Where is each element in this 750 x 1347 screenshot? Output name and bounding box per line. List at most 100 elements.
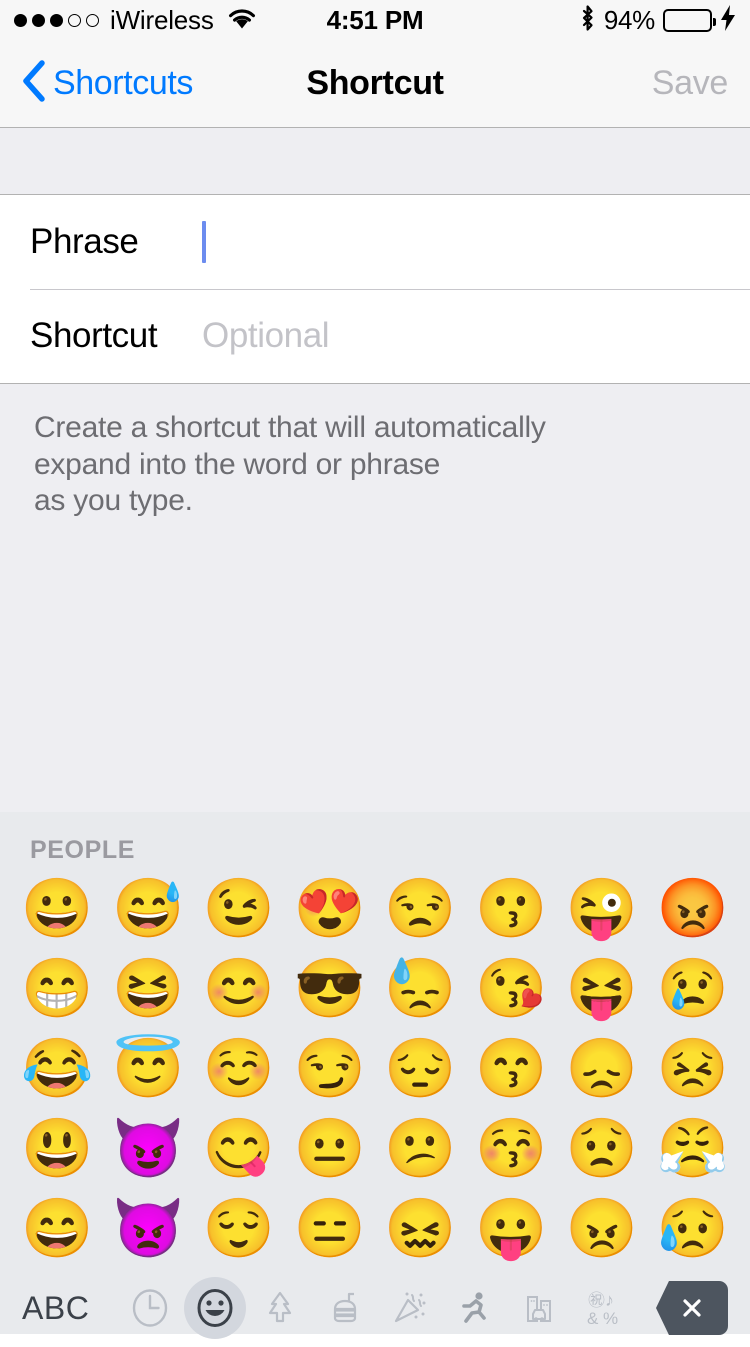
- svg-text:&: &: [587, 1309, 599, 1328]
- phrase-input[interactable]: [202, 195, 720, 289]
- emoji-key[interactable]: 😣: [647, 1029, 738, 1109]
- emoji-category-tabs: ㊗ ♪ & %: [118, 1277, 636, 1339]
- navigation-bar: Shortcuts Shortcut Save: [0, 40, 750, 128]
- emoji-key[interactable]: 😀: [12, 869, 103, 949]
- emoji-key[interactable]: 😏: [284, 1029, 375, 1109]
- battery-percent-label: 94%: [603, 4, 655, 35]
- svg-text:%: %: [603, 1309, 618, 1328]
- emoji-key[interactable]: 😤: [647, 1109, 738, 1189]
- activity-tab[interactable]: [442, 1277, 507, 1339]
- delete-x-icon: [656, 1281, 728, 1335]
- text-cursor: [202, 221, 206, 263]
- food-tab[interactable]: [312, 1277, 377, 1339]
- symbols-tab[interactable]: ㊗ ♪ & %: [571, 1277, 636, 1339]
- emoji-key[interactable]: 😎: [284, 949, 375, 1029]
- emoji-key[interactable]: 😃: [12, 1109, 103, 1189]
- emoji-key[interactable]: 😄: [12, 1189, 103, 1269]
- bluetooth-icon: [579, 4, 596, 37]
- emoji-key[interactable]: 😍: [284, 869, 375, 949]
- emoji-key[interactable]: 😇: [103, 1029, 194, 1109]
- travel-tab[interactable]: [507, 1277, 572, 1339]
- shortcut-row[interactable]: Shortcut Optional: [0, 289, 750, 383]
- signal-strength-dots: [14, 14, 99, 27]
- emoji-key[interactable]: 😁: [12, 949, 103, 1029]
- emoji-key[interactable]: ☺️: [194, 1029, 285, 1109]
- burger-icon: [324, 1287, 366, 1329]
- wifi-icon: [227, 8, 257, 35]
- emoji-key[interactable]: 😒: [375, 869, 466, 949]
- celebration-tab[interactable]: [377, 1277, 442, 1339]
- emoji-key[interactable]: 😝: [557, 949, 648, 1029]
- status-bar-left: iWireless: [14, 6, 257, 35]
- status-bar-right: 94%: [579, 4, 736, 37]
- form-footer-note: Create a shortcut that will automaticall…: [34, 411, 546, 518]
- emoji-keyboard: PEOPLE 😀 😅 😉 😍 😒 😗 😜 😡 😁 😆 😊 😎 😓 😘 😝 😢 😂 😇 ☺️ 😏 😔 😙 😞 😣 😃 😈 😋 😐 😕 😚 😟 😤…: [0, 812, 750, 1339]
- emoji-key[interactable]: 😌: [194, 1189, 285, 1269]
- emoji-key[interactable]: 😥: [647, 1189, 738, 1269]
- smileys-tab[interactable]: [183, 1277, 248, 1339]
- phrase-row[interactable]: Phrase: [0, 195, 750, 289]
- nature-tab[interactable]: [248, 1277, 313, 1339]
- signal-dot-4: [68, 14, 81, 27]
- back-button[interactable]: Shortcuts: [22, 60, 193, 107]
- tree-icon: [259, 1287, 301, 1329]
- emoji-key[interactable]: 😡: [647, 869, 738, 949]
- back-button-label: Shortcuts: [53, 64, 194, 102]
- emoji-key[interactable]: 😘: [466, 949, 557, 1029]
- lightning-bolt-icon: [720, 4, 736, 36]
- emoji-key[interactable]: 😓: [375, 949, 466, 1029]
- emoji-key[interactable]: 😈: [103, 1109, 194, 1189]
- emoji-key[interactable]: 😑: [284, 1189, 375, 1269]
- shortcut-input-placeholder: Optional: [202, 316, 330, 355]
- chevron-left-icon: [22, 60, 46, 107]
- emoji-key[interactable]: 😉: [194, 869, 285, 949]
- emoji-section-title: PEOPLE: [30, 836, 136, 864]
- runner-icon: [453, 1287, 495, 1329]
- emoji-key[interactable]: 😙: [466, 1029, 557, 1109]
- form-table-group: Phrase Shortcut Optional: [0, 195, 750, 384]
- emoji-key[interactable]: 😗: [466, 869, 557, 949]
- emoji-key[interactable]: 👿: [103, 1189, 194, 1269]
- keyboard-bottom-bar: ABC ㊗ ♪ & %: [0, 1269, 750, 1347]
- clock-icon: [129, 1287, 171, 1329]
- emoji-key[interactable]: 😆: [103, 949, 194, 1029]
- emoji-key[interactable]: 😛: [466, 1189, 557, 1269]
- signal-dot-1: [14, 14, 27, 27]
- emoji-key[interactable]: 😖: [375, 1189, 466, 1269]
- signal-dot-3: [50, 14, 63, 27]
- carrier-label: iWireless: [110, 5, 214, 35]
- emoji-key[interactable]: 😟: [557, 1109, 648, 1189]
- emoji-key[interactable]: 😅: [103, 869, 194, 949]
- delete-key[interactable]: [636, 1281, 728, 1335]
- emoji-key[interactable]: 😠: [557, 1189, 648, 1269]
- shortcut-input[interactable]: Optional: [202, 289, 720, 383]
- emoji-key[interactable]: 😞: [557, 1029, 648, 1109]
- symbols-icon: ㊗ ♪ & %: [582, 1286, 626, 1330]
- emoji-key[interactable]: 😋: [194, 1109, 285, 1189]
- emoji-key[interactable]: 😂: [12, 1029, 103, 1109]
- svg-text:㊗: ㊗: [588, 1291, 605, 1310]
- status-bar: iWireless 4:51 PM 94%: [0, 0, 750, 40]
- party-popper-icon: [388, 1287, 430, 1329]
- save-button[interactable]: Save: [652, 64, 729, 103]
- battery-icon: [663, 8, 716, 32]
- svg-text:♪: ♪: [605, 1290, 614, 1310]
- emoji-key[interactable]: 😕: [375, 1109, 466, 1189]
- content-area: Phrase Shortcut Optional Create a shortc…: [0, 128, 750, 812]
- emoji-key[interactable]: 😐: [284, 1109, 375, 1189]
- emoji-key[interactable]: 😢: [647, 949, 738, 1029]
- emoji-grid: 😀 😅 😉 😍 😒 😗 😜 😡 😁 😆 😊 😎 😓 😘 😝 😢 😂 😇 ☺️ 😏 😔 😙 😞 😣 😃 😈 😋 😐 😕 😚 😟 😤 😄 👿 😌 😑 😖 😛 😠…: [0, 869, 750, 1269]
- building-car-icon: [518, 1287, 560, 1329]
- smiley-icon: [193, 1286, 237, 1330]
- shortcut-label: Shortcut: [30, 316, 158, 355]
- abc-key[interactable]: ABC: [22, 1290, 118, 1327]
- phrase-label: Phrase: [30, 222, 139, 261]
- recents-tab[interactable]: [118, 1277, 183, 1339]
- emoji-key[interactable]: 😊: [194, 949, 285, 1029]
- emoji-key[interactable]: 😔: [375, 1029, 466, 1109]
- emoji-key[interactable]: 😜: [557, 869, 648, 949]
- emoji-key[interactable]: 😚: [466, 1109, 557, 1189]
- signal-dot-2: [32, 14, 45, 27]
- signal-dot-5: [86, 14, 99, 27]
